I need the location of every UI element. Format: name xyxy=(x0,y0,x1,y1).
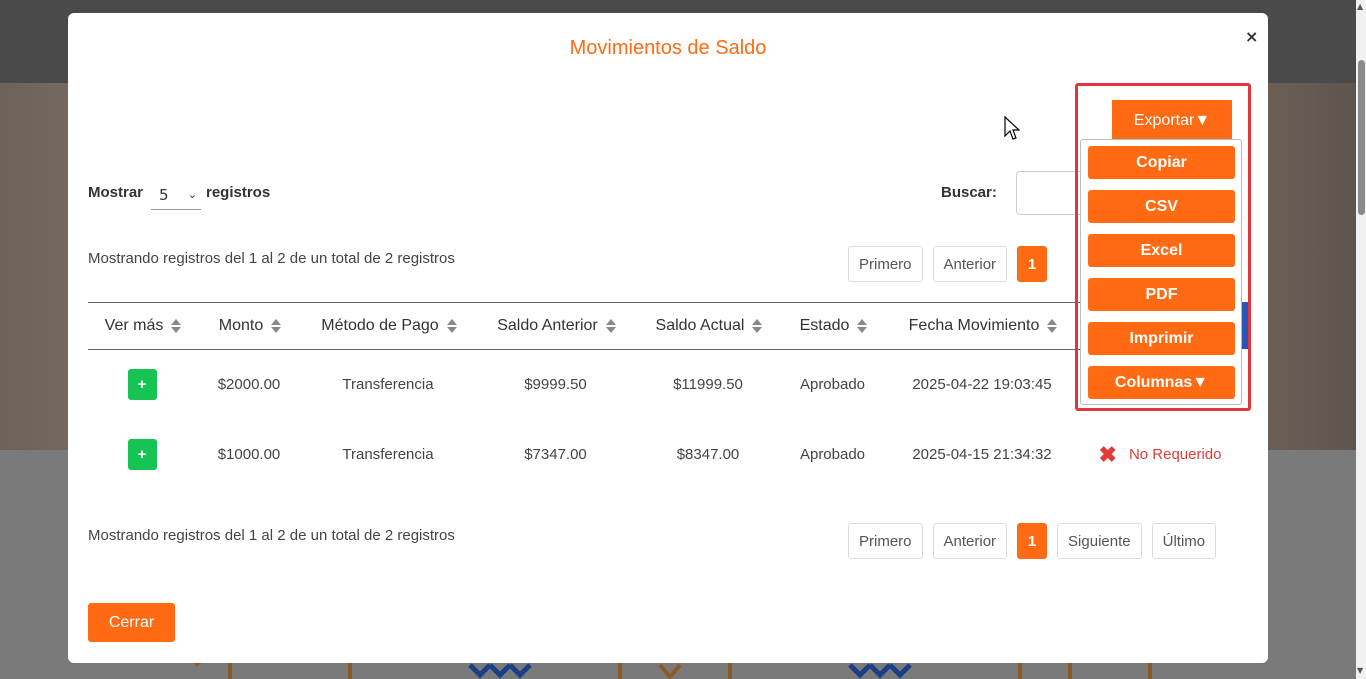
column-header-fecha[interactable]: Fecha Movimiento xyxy=(886,302,1078,350)
pagination-first-button[interactable]: Primero xyxy=(848,523,923,559)
search-label: Buscar: xyxy=(941,184,997,201)
movements-table: Ver más Monto Método de Pago Saldo Anter… xyxy=(88,302,1242,490)
close-icon[interactable]: × xyxy=(1245,27,1258,46)
cell-metodo: Transferencia xyxy=(342,446,434,463)
pagination-previous-button[interactable]: Anterior xyxy=(932,246,1008,282)
sort-icon xyxy=(605,318,616,333)
balance-movements-modal: Movimientos de Saldo × Mostrar 5 ⌄ regis… xyxy=(68,13,1268,663)
sort-icon xyxy=(271,318,282,333)
table-row: + $1000.00 Transferencia $7347.00 $8347.… xyxy=(88,420,1242,490)
cell-fecha: 2025-04-15 21:34:32 xyxy=(912,446,1052,463)
cell-estado: Aprobado xyxy=(799,446,866,463)
column-header-ver-mas[interactable]: Ver más xyxy=(88,302,196,350)
mouse-cursor-icon xyxy=(1004,116,1020,140)
cell-monto: $1000.00 xyxy=(217,446,281,463)
cell-saldo-actual: $11999.50 xyxy=(673,376,743,394)
chevron-down-icon: ⌄ xyxy=(187,188,197,201)
sort-icon xyxy=(446,318,457,333)
cell-saldo-actual: $8347.00 xyxy=(676,446,740,463)
scroll-up-arrow-icon[interactable]: ▲ xyxy=(1357,2,1363,12)
modal-title: Movimientos de Saldo xyxy=(569,37,767,59)
cell-saldo-anterior: $9999.50 xyxy=(524,376,587,394)
length-label-before: Mostrar xyxy=(88,184,144,201)
cross-icon: ✖ xyxy=(1098,441,1117,467)
column-header-estado[interactable]: Estado xyxy=(779,302,886,350)
length-label-after: registros xyxy=(206,184,271,201)
pagination-next-button[interactable]: Siguiente xyxy=(1057,523,1142,559)
pagination-top: Primero Anterior 1 xyxy=(848,246,1048,282)
cell-monto: $2000.00 xyxy=(217,376,281,394)
column-header-monto[interactable]: Monto xyxy=(196,302,302,350)
column-header-saldo-actual[interactable]: Saldo Actual xyxy=(637,302,779,350)
column-header-metodo-pago[interactable]: Método de Pago xyxy=(302,302,474,350)
not-required-label: No Requerido xyxy=(1128,445,1222,463)
cell-extra: ✖ No Requerido xyxy=(1078,420,1242,490)
pagination-page-1-button[interactable]: 1 xyxy=(1017,246,1048,282)
close-button[interactable]: Cerrar xyxy=(88,603,175,642)
table-info-top: Mostrando registros del 1 al 2 de un tot… xyxy=(88,250,455,267)
cell-metodo: Transferencia xyxy=(342,376,434,394)
sort-icon xyxy=(1047,318,1058,333)
column-header-saldo-anterior[interactable]: Saldo Anterior xyxy=(474,302,637,350)
page-scrollbar[interactable]: ▲ ▼ xyxy=(1356,0,1366,679)
expand-row-button[interactable]: + xyxy=(127,369,157,401)
table-info-bottom: Mostrando registros del 1 al 2 de un tot… xyxy=(88,527,455,544)
sort-icon xyxy=(857,318,868,333)
scroll-down-arrow-icon[interactable]: ▼ xyxy=(1357,666,1363,676)
cell-estado: Aprobado xyxy=(799,376,866,394)
page-length-select[interactable]: 5 ⌄ xyxy=(151,180,201,210)
pagination-last-button[interactable]: Último xyxy=(1151,523,1217,559)
pagination-page-1-button[interactable]: 1 xyxy=(1017,523,1048,559)
expand-row-button[interactable]: + xyxy=(127,439,157,470)
cell-fecha: 2025-04-22 19:03:45 xyxy=(912,376,1052,394)
table-row: + $2000.00 Transferencia $9999.50 $11999… xyxy=(88,350,1242,420)
sort-icon xyxy=(171,318,182,333)
pagination-previous-button[interactable]: Anterior xyxy=(932,523,1008,559)
pagination-bottom: Primero Anterior 1 Siguiente Último xyxy=(848,523,1217,559)
pagination-first-button[interactable]: Primero xyxy=(848,246,923,282)
cell-saldo-anterior: $7347.00 xyxy=(524,446,587,463)
page-length-value: 5 xyxy=(159,185,169,204)
scrollbar-thumb[interactable] xyxy=(1358,60,1365,215)
sort-icon xyxy=(752,318,763,333)
highlight-outline xyxy=(1075,83,1251,411)
table-header-row: Ver más Monto Método de Pago Saldo Anter… xyxy=(88,302,1242,350)
